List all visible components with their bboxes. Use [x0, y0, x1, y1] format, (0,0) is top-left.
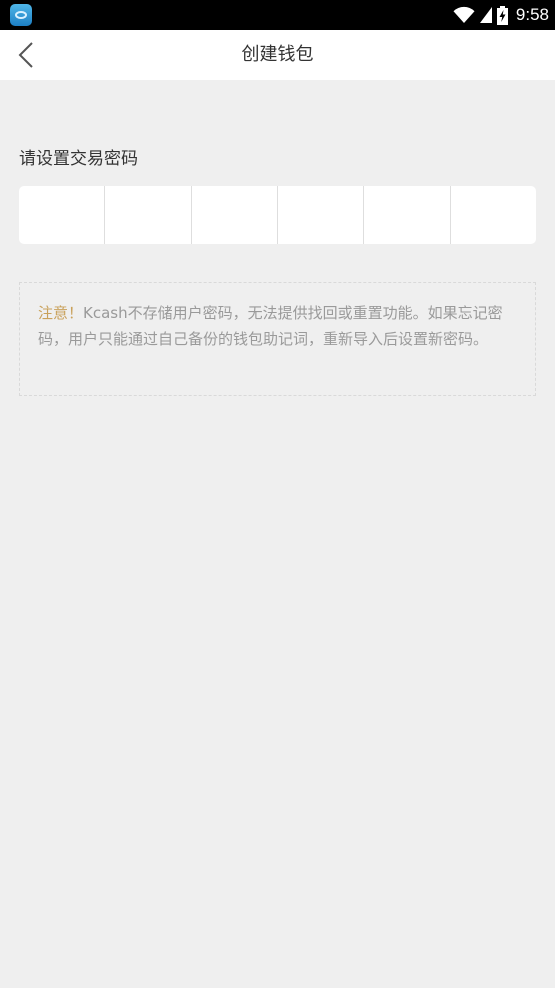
page-title: 创建钱包 [241, 44, 314, 65]
notice-text: Kcash不存储用户密码，无法提供找回或重置功能。如果忘记密码，用户只能通过自己… [38, 304, 503, 348]
status-time: 9:58 [515, 5, 549, 24]
password-digit-4[interactable] [278, 186, 365, 244]
password-input[interactable] [19, 186, 536, 244]
header-bar: 创建钱包 [0, 30, 555, 80]
signal-icon [479, 6, 493, 24]
notice-box: 注意！Kcash不存储用户密码，无法提供找回或重置功能。如果忘记密码，用户只能通… [19, 282, 536, 396]
notice-label: 注意！ [38, 304, 84, 322]
password-digit-5[interactable] [364, 186, 451, 244]
status-indicators: 9:58 [453, 0, 549, 30]
password-digit-6[interactable] [451, 186, 536, 244]
password-digit-2[interactable] [105, 186, 192, 244]
password-digit-3[interactable] [192, 186, 278, 244]
app-icon [10, 4, 32, 26]
wifi-icon [453, 6, 475, 24]
password-digit-1[interactable] [19, 186, 106, 244]
status-bar: 9:58 [0, 0, 555, 30]
battery-icon [496, 5, 508, 25]
password-label: 请设置交易密码 [19, 149, 138, 169]
